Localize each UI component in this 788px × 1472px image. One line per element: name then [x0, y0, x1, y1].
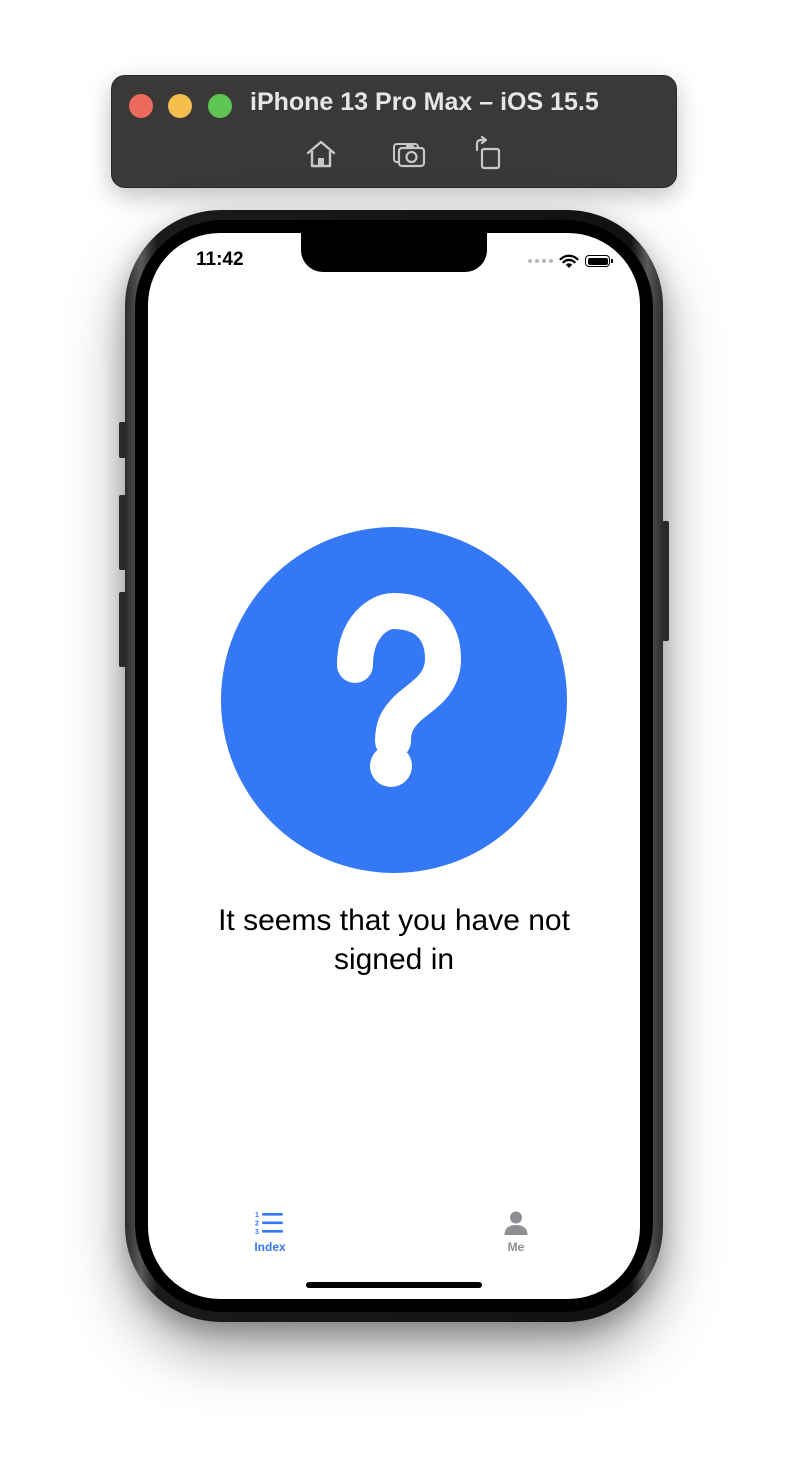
minimize-window-button[interactable]	[168, 94, 192, 118]
phone-screen: 11:42 It seems that you have not signed …	[148, 233, 640, 1299]
cellular-signal-icon	[528, 259, 553, 263]
close-window-button[interactable]	[129, 94, 153, 118]
svg-text:2: 2	[255, 1221, 259, 1228]
notch	[301, 233, 487, 272]
battery-icon	[585, 255, 613, 267]
person-icon	[504, 1211, 528, 1235]
power-button[interactable]	[662, 521, 669, 641]
rotate-button[interactable]	[471, 136, 507, 172]
not-signed-in-message: It seems that you have not signed in	[218, 904, 570, 976]
tab-index[interactable]: 1 2 3 Index	[210, 1208, 330, 1254]
question-mark-circle-icon	[221, 527, 567, 873]
numbered-list-icon: 1 2 3	[255, 1212, 283, 1236]
status-time: 11:42	[196, 249, 244, 270]
home-button[interactable]	[303, 136, 339, 172]
wifi-icon	[559, 254, 579, 268]
svg-text:1: 1	[255, 1212, 259, 1219]
tab-me-label: Me	[507, 1240, 525, 1254]
rotate-icon	[475, 136, 501, 170]
volume-up-button[interactable]	[119, 495, 126, 570]
mute-switch[interactable]	[119, 422, 126, 458]
tab-index-label: Index	[254, 1240, 286, 1254]
volume-down-button[interactable]	[119, 592, 126, 667]
home-icon	[306, 140, 336, 168]
screenshot-button[interactable]	[391, 136, 427, 172]
window-title: iPhone 13 Pro Max – iOS 15.5	[250, 88, 599, 116]
svg-text:3: 3	[255, 1229, 259, 1236]
screenshot-camera-icon	[393, 143, 426, 168]
simulator-title-bar: iPhone 13 Pro Max – iOS 15.5	[111, 75, 677, 188]
zoom-window-button[interactable]	[208, 94, 232, 118]
status-indicators	[528, 250, 613, 272]
home-indicator[interactable]	[306, 1282, 482, 1288]
tab-me[interactable]: Me	[456, 1208, 576, 1254]
